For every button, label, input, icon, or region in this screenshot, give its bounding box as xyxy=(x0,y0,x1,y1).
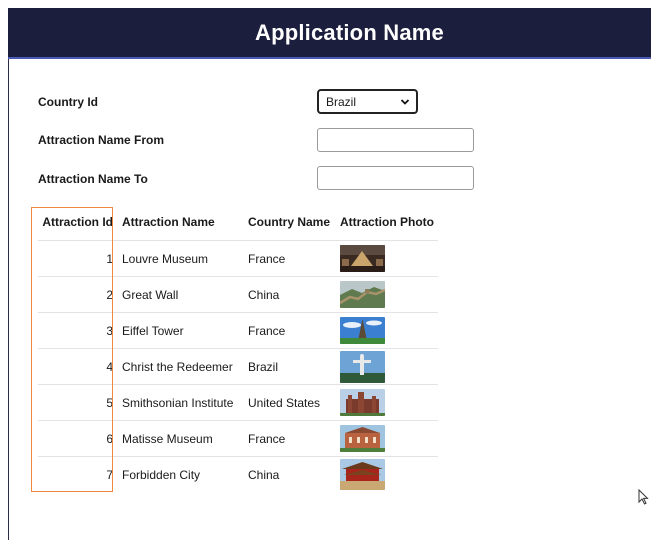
cell-attraction-name: Christ the Redeemer xyxy=(114,348,240,385)
cell-attraction-id: 7 xyxy=(38,456,114,492)
cell-attraction-name: Forbidden City xyxy=(114,456,240,492)
cell-attraction-name: Eiffel Tower xyxy=(114,312,240,349)
cell-country-name: Brazil xyxy=(240,348,332,385)
cell-attraction-id: 5 xyxy=(38,384,114,421)
great-wall-photo-icon xyxy=(340,281,385,308)
cell-attraction-photo xyxy=(332,276,438,313)
smithsonian-photo-icon xyxy=(340,389,385,416)
matisse-museum-photo-icon xyxy=(340,425,385,452)
cell-attraction-photo xyxy=(332,312,438,349)
cell-attraction-photo xyxy=(332,420,438,457)
cell-attraction-photo xyxy=(332,456,438,492)
table-row[interactable]: 2 Great Wall China xyxy=(38,276,438,313)
country-id-label: Country Id xyxy=(38,95,98,109)
cell-attraction-id: 1 xyxy=(38,240,114,277)
cell-attraction-name: Matisse Museum xyxy=(114,420,240,457)
country-select[interactable]: Brazil xyxy=(317,89,418,114)
grid-header-row: Attraction Id Attraction Name Country Na… xyxy=(38,204,438,241)
cell-attraction-photo xyxy=(332,240,438,277)
table-row[interactable]: 5 Smithsonian Institute United States xyxy=(38,384,438,421)
cell-attraction-photo xyxy=(332,384,438,421)
header-attraction-photo[interactable]: Attraction Photo xyxy=(332,204,438,241)
cell-attraction-name: Louvre Museum xyxy=(114,240,240,277)
cell-country-name: China xyxy=(240,276,332,313)
table-row[interactable]: 6 Matisse Museum France xyxy=(38,420,438,457)
attractions-grid: Attraction Id Attraction Name Country Na… xyxy=(38,204,438,492)
cell-country-name: France xyxy=(240,420,332,457)
country-select-value: Brazil xyxy=(326,94,357,109)
header-attraction-id[interactable]: Attraction Id xyxy=(38,204,114,241)
cell-attraction-id: 6 xyxy=(38,420,114,457)
app-header: Application Name xyxy=(8,8,651,59)
table-row[interactable]: 4 Christ the Redeemer Brazil xyxy=(38,348,438,385)
chevron-down-icon xyxy=(400,98,410,105)
eiffel-tower-photo-icon xyxy=(340,317,385,344)
cell-attraction-photo xyxy=(332,348,438,385)
name-from-label: Attraction Name From xyxy=(38,133,165,147)
forbidden-city-photo-icon xyxy=(340,459,385,490)
header-attraction-name[interactable]: Attraction Name xyxy=(114,204,240,241)
christ-redeemer-photo-icon xyxy=(340,350,385,383)
mouse-cursor-icon xyxy=(638,489,649,505)
cell-country-name: France xyxy=(240,312,332,349)
name-from-input[interactable] xyxy=(317,128,474,152)
louvre-photo-icon xyxy=(340,245,385,272)
cell-attraction-id: 2 xyxy=(38,276,114,313)
cell-attraction-id: 3 xyxy=(38,312,114,349)
app-title: Application Name xyxy=(254,19,444,45)
table-row[interactable]: 1 Louvre Museum France xyxy=(38,240,438,277)
cell-attraction-name: Great Wall xyxy=(114,276,240,313)
cell-attraction-name: Smithsonian Institute xyxy=(114,384,240,421)
table-row[interactable]: 3 Eiffel Tower France xyxy=(38,312,438,349)
page-left-border xyxy=(8,59,9,540)
cell-country-name: United States xyxy=(240,384,332,421)
name-to-label: Attraction Name To xyxy=(38,172,148,186)
name-to-input[interactable] xyxy=(317,166,474,190)
header-country-name[interactable]: Country Name xyxy=(240,204,332,241)
cell-country-name: China xyxy=(240,456,332,492)
cell-attraction-id: 4 xyxy=(38,348,114,385)
table-row[interactable]: 7 Forbidden City China xyxy=(38,456,438,492)
cell-country-name: France xyxy=(240,240,332,277)
